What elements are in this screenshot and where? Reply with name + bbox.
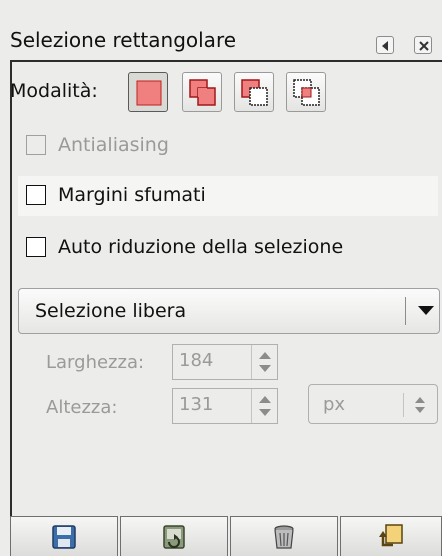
auto-shrink-checkbox[interactable] bbox=[26, 237, 46, 257]
restore-options-button[interactable] bbox=[120, 516, 228, 556]
width-spinbutton[interactable]: 184 bbox=[172, 344, 278, 380]
height-value: 131 bbox=[179, 394, 214, 415]
mode-subtract-button[interactable] bbox=[234, 72, 274, 112]
restore-options-icon bbox=[163, 525, 185, 549]
close-dock-button[interactable] bbox=[414, 36, 432, 54]
up-down-arrows-icon bbox=[415, 397, 425, 413]
trash-can-icon bbox=[274, 525, 294, 549]
spin-up-icon bbox=[259, 396, 271, 403]
selection-type-dropdown[interactable]: Selezione libera bbox=[18, 288, 440, 334]
menu-arrow-button[interactable] bbox=[376, 36, 394, 54]
mode-label: Modalità: bbox=[10, 80, 98, 102]
reset-options-icon bbox=[379, 524, 403, 547]
selection-type-value: Selezione libera bbox=[35, 300, 187, 322]
tool-options-dock: Selezione rettangolare Modalità: Antiali… bbox=[0, 0, 442, 556]
close-icon bbox=[419, 41, 429, 51]
feather-label[interactable]: Margini sfumati bbox=[58, 184, 206, 206]
dock-titlebar: Selezione rettangolare bbox=[0, 14, 442, 60]
spin-down-icon bbox=[259, 365, 271, 372]
spin-up-icon bbox=[259, 352, 271, 359]
auto-shrink-label[interactable]: Auto riduzione della selezione bbox=[58, 236, 343, 258]
delete-options-button[interactable] bbox=[230, 516, 338, 556]
width-spin-arrows[interactable] bbox=[251, 345, 277, 379]
mode-replace-button[interactable] bbox=[128, 72, 168, 112]
add-selection-icon bbox=[189, 79, 216, 106]
mode-intersect-button[interactable] bbox=[286, 72, 326, 112]
mode-add-button[interactable] bbox=[182, 72, 222, 112]
dock-title: Selezione rettangolare bbox=[10, 28, 237, 52]
floppy-disk-icon bbox=[52, 525, 76, 549]
subtract-selection-icon bbox=[241, 79, 268, 106]
auto-shrink-option[interactable]: Auto riduzione della selezione bbox=[18, 228, 438, 268]
triangle-left-icon bbox=[382, 41, 388, 51]
save-options-button[interactable] bbox=[10, 516, 118, 556]
antialiasing-label: Antialiasing bbox=[58, 134, 169, 156]
height-label: Altezza: bbox=[46, 397, 118, 418]
width-label: Larghezza: bbox=[46, 352, 145, 373]
feather-checkbox[interactable] bbox=[26, 185, 46, 205]
height-spin-arrows[interactable] bbox=[251, 389, 277, 423]
dropdown-separator bbox=[405, 297, 406, 325]
tool-options-button-bar bbox=[10, 516, 442, 556]
unit-dropdown[interactable]: px bbox=[308, 384, 438, 424]
unit-separator bbox=[403, 393, 404, 417]
antialiasing-option: Antialiasing bbox=[18, 126, 438, 166]
antialiasing-checkbox bbox=[26, 135, 46, 155]
reset-options-button[interactable] bbox=[340, 516, 442, 556]
replace-selection-icon bbox=[136, 80, 162, 106]
intersect-selection-icon bbox=[293, 79, 320, 106]
width-value: 184 bbox=[179, 350, 214, 371]
unit-value: px bbox=[323, 394, 346, 415]
feather-option[interactable]: Margini sfumati bbox=[18, 176, 438, 216]
chevron-down-icon bbox=[418, 306, 434, 315]
spin-down-icon bbox=[259, 409, 271, 416]
height-spinbutton[interactable]: 131 bbox=[172, 388, 278, 424]
